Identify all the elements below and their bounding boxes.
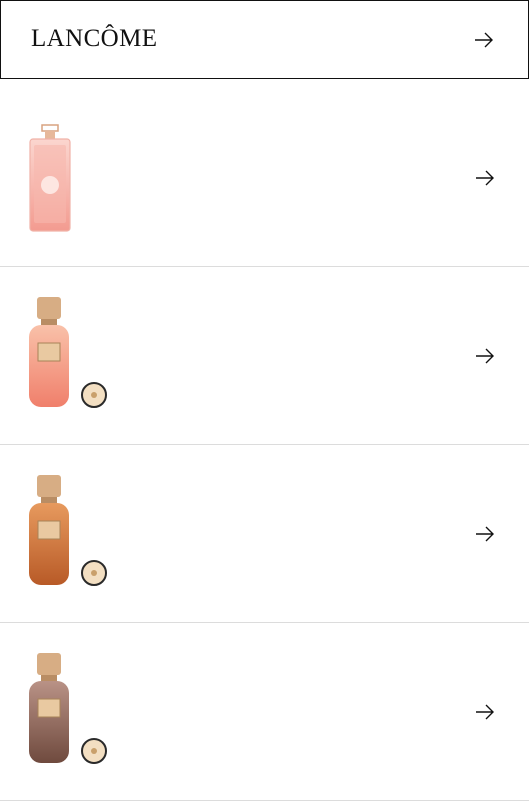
arrow-right-icon[interactable] bbox=[475, 524, 495, 544]
lancome-logo: LANCÔME bbox=[31, 25, 158, 52]
arrow-right-icon[interactable] bbox=[475, 168, 495, 188]
absolue-brown-bottle bbox=[24, 651, 114, 781]
absolue-rose-bottle bbox=[24, 295, 114, 425]
idole-perfume-bottle bbox=[24, 123, 114, 253]
arrow-right-icon[interactable] bbox=[474, 30, 494, 50]
absolue-amber-bottle bbox=[24, 473, 114, 603]
arrow-right-icon[interactable] bbox=[475, 702, 495, 722]
brand-row[interactable]: LANCÔME bbox=[0, 0, 529, 79]
product-row-absolue-rose[interactable] bbox=[0, 267, 529, 445]
arrow-right-icon[interactable] bbox=[475, 346, 495, 366]
product-row-idole[interactable] bbox=[0, 89, 529, 267]
product-row-absolue-brown[interactable] bbox=[0, 623, 529, 801]
product-row-absolue-amber[interactable] bbox=[0, 445, 529, 623]
